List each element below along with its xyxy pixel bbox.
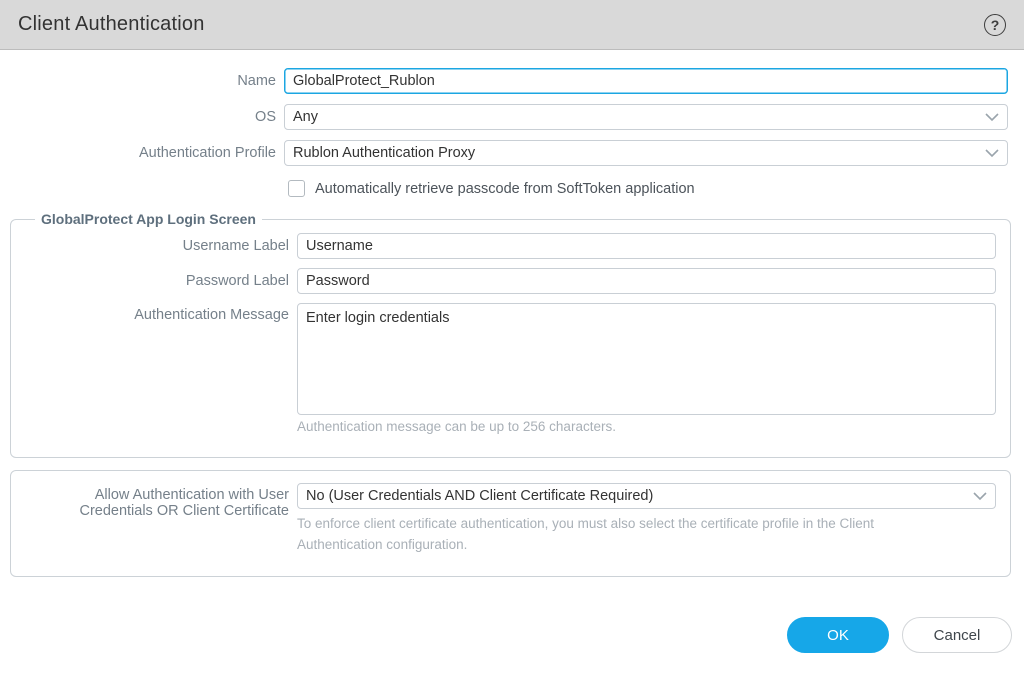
os-select[interactable]: Any — [284, 104, 1008, 130]
os-selected-value: Any — [293, 109, 318, 125]
password-label-label: Password Label — [185, 273, 289, 289]
question-mark-glyph: ? — [990, 16, 1000, 33]
softtoken-checkbox[interactable] — [288, 180, 305, 197]
dialog-footer: OK Cancel — [787, 617, 1012, 653]
dialog-body: Name OS Any Authentication Profile Rublo… — [0, 50, 1024, 577]
auth-profile-label: Authentication Profile — [138, 145, 276, 161]
ok-button[interactable]: OK — [787, 617, 889, 653]
page-title: Client Authentication — [18, 13, 205, 35]
cert-auth-select[interactable]: No (User Credentials AND Client Certific… — [297, 483, 996, 509]
login-screen-legend: GlobalProtect App Login Screen — [41, 211, 256, 227]
cancel-button[interactable]: Cancel — [902, 617, 1012, 653]
auth-profile-select[interactable]: Rublon Authentication Proxy — [284, 140, 1008, 166]
cert-auth-selected-value: No (User Credentials AND Client Certific… — [306, 488, 654, 504]
login-screen-group: GlobalProtect App Login Screen Username … — [10, 211, 1011, 458]
chevron-down-icon — [985, 112, 999, 122]
softtoken-checkbox-label: Automatically retrieve passcode from Sof… — [315, 180, 695, 197]
cert-auth-row: Allow Authentication with User Credentia… — [25, 483, 996, 562]
cert-auth-group: Allow Authentication with User Credentia… — [10, 470, 1011, 577]
auth-message-textarea[interactable]: Enter login credentials — [297, 303, 996, 415]
os-row: OS Any — [0, 104, 1008, 130]
client-authentication-dialog: Client Authentication ? Name OS Any Auth… — [0, 0, 1024, 677]
name-row: Name — [0, 68, 1008, 94]
auth-profile-selected-value: Rublon Authentication Proxy — [293, 145, 476, 161]
softtoken-row: Automatically retrieve passcode from Sof… — [288, 180, 1008, 197]
cert-auth-label: Allow Authentication with User Credentia… — [79, 487, 289, 519]
auth-message-row: Authentication Message Enter login crede… — [25, 303, 996, 440]
chevron-down-icon — [985, 148, 999, 158]
auth-message-hint: Authentication message can be up to 256 … — [297, 419, 616, 434]
cert-auth-hint: To enforce client certificate authentica… — [297, 516, 875, 552]
auth-message-label: Authentication Message — [134, 307, 289, 323]
auth-profile-row: Authentication Profile Rublon Authentica… — [0, 140, 1008, 166]
username-label-label: Username Label — [182, 238, 289, 254]
name-label: Name — [237, 73, 276, 89]
dialog-header: Client Authentication ? — [0, 0, 1024, 50]
username-label-row: Username Label — [25, 233, 996, 259]
username-label-input[interactable] — [297, 233, 996, 259]
chevron-down-icon — [973, 491, 987, 501]
password-label-row: Password Label — [25, 268, 996, 294]
os-label: OS — [255, 109, 276, 125]
help-icon[interactable]: ? — [984, 13, 1006, 36]
name-input[interactable] — [284, 68, 1008, 94]
password-label-input[interactable] — [297, 268, 996, 294]
